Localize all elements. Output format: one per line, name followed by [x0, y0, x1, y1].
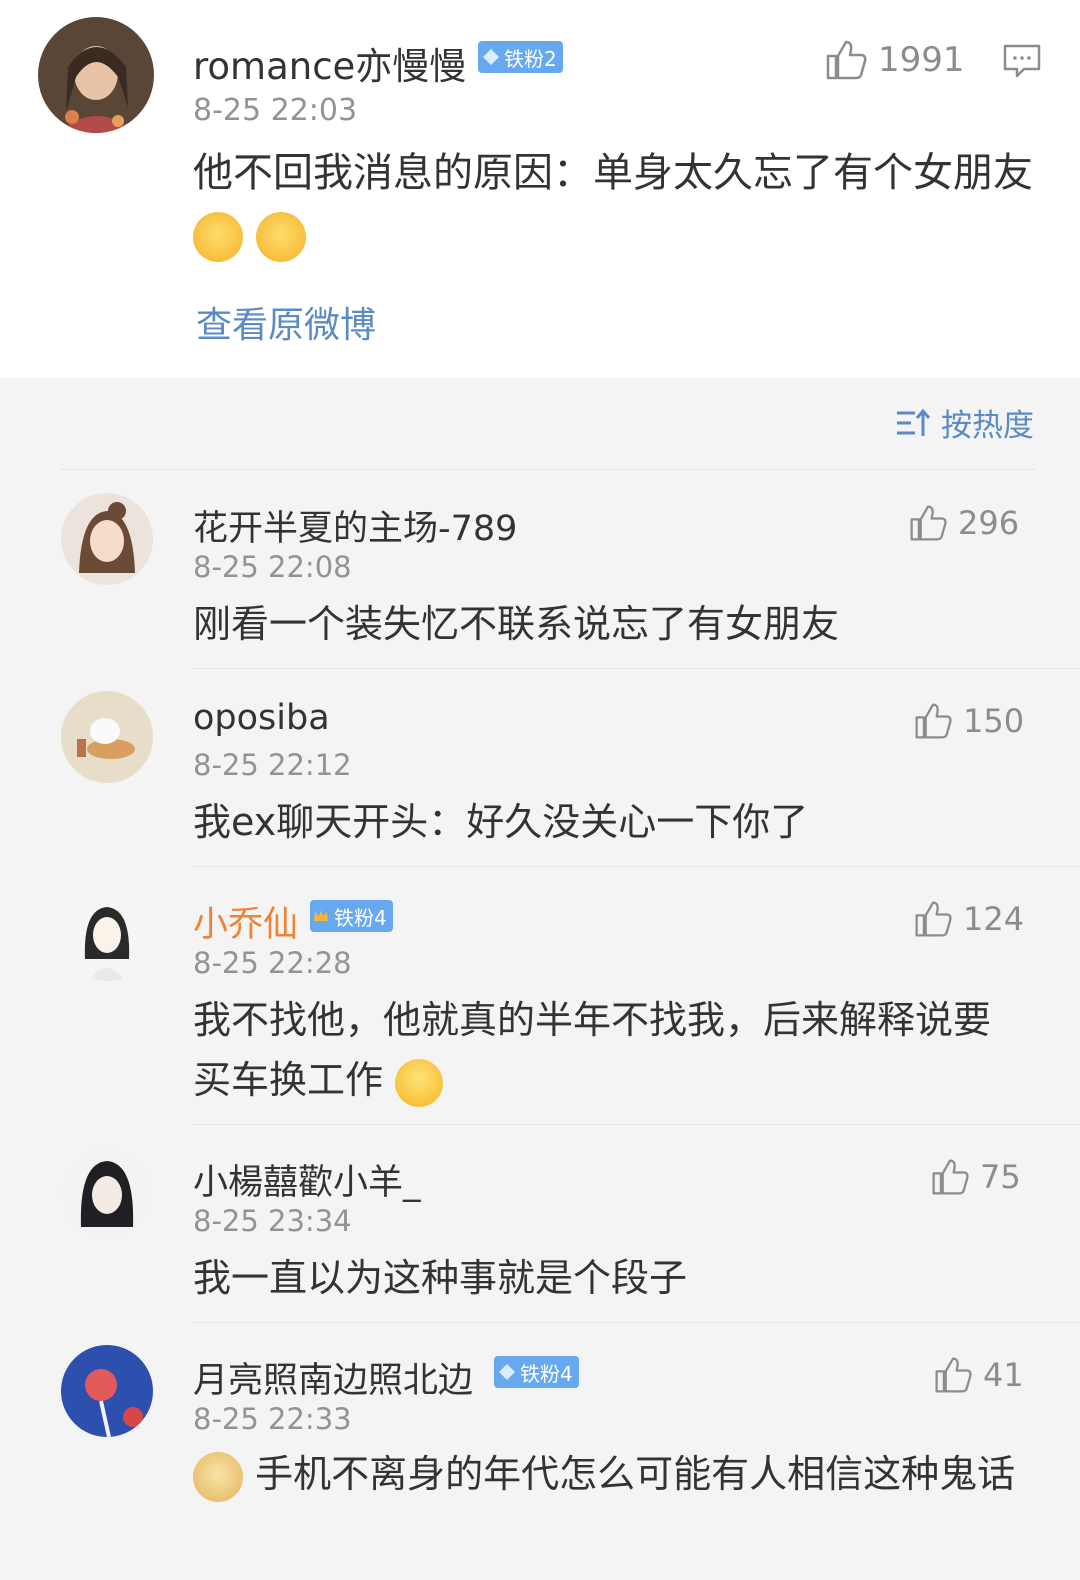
- fan-badge: 铁粉4: [310, 900, 393, 932]
- comment-username[interactable]: 小乔仙: [193, 896, 298, 947]
- fan-badge-label: 铁粉2: [504, 46, 557, 71]
- diamond-icon: [483, 49, 499, 65]
- like-button[interactable]: 41: [933, 1355, 1024, 1395]
- comment-time: 8-25 22:28: [193, 946, 352, 980]
- diamond-icon: [499, 1364, 515, 1380]
- comment-time: 8-25 23:34: [193, 1204, 352, 1238]
- like-button[interactable]: 150: [913, 701, 1024, 741]
- thumbs-up-icon: [826, 40, 867, 80]
- thumbs-up-icon: [915, 703, 952, 739]
- comment-text: 我ex聊天开头：好久没关心一下你了: [193, 800, 809, 844]
- comment-username[interactable]: 花开半夏的主场-789: [193, 500, 517, 551]
- post-text: 他不回我消息的原因：单身太久忘了有个女朋友: [193, 142, 1043, 266]
- sort-button[interactable]: 按热度: [895, 400, 1034, 445]
- like-count: 1991: [878, 40, 965, 80]
- divider: [60, 469, 1035, 470]
- post-time: 8-25 22:03: [193, 93, 358, 128]
- thumbs-up-icon: [935, 1357, 972, 1393]
- comment-username[interactable]: 月亮照南边照北边: [193, 1352, 473, 1403]
- fan-badge-label: 铁粉4: [520, 1361, 573, 1386]
- comment-username[interactable]: oposiba: [193, 698, 330, 738]
- like-count: 124: [963, 900, 1025, 938]
- avatar[interactable]: [61, 1147, 153, 1239]
- fan-badge: 铁粉4: [494, 1356, 579, 1388]
- post-username[interactable]: romance亦慢慢: [193, 36, 466, 90]
- like-count: 296: [958, 504, 1020, 542]
- comment-time: 8-25 22:12: [193, 748, 352, 782]
- comment-text-content: 我不找他，他就真的半年不找我，后来解释说要买车换工作: [193, 998, 992, 1102]
- hug-emoji-icon: [193, 212, 243, 262]
- doge-emoji-icon: [193, 1451, 243, 1502]
- like-button[interactable]: 124: [913, 899, 1024, 939]
- like-count: 150: [963, 702, 1025, 740]
- comment-username[interactable]: 小楊囍歡小羊_: [193, 1154, 421, 1205]
- comment-icon[interactable]: [1002, 43, 1042, 79]
- avatar[interactable]: [61, 691, 153, 783]
- smile-emoji-icon: [395, 1058, 444, 1107]
- sort-icon: [897, 408, 931, 436]
- fan-badge-label: 铁粉4: [334, 905, 387, 930]
- avatar[interactable]: [61, 493, 153, 585]
- crown-icon: [314, 910, 328, 921]
- avatar[interactable]: [61, 889, 153, 981]
- divider: [193, 668, 1080, 669]
- avatar[interactable]: [61, 1345, 153, 1437]
- like-count: 41: [983, 1356, 1024, 1394]
- avatar[interactable]: [38, 17, 154, 133]
- post-text-content: 他不回我消息的原因：单身太久忘了有个女朋友: [193, 150, 1033, 196]
- like-count: 75: [980, 1158, 1021, 1196]
- divider: [193, 1322, 1080, 1323]
- comment-text: 我一直以为这种事就是个段子: [193, 1256, 688, 1300]
- view-original-link[interactable]: 查看原微博: [196, 296, 376, 348]
- comment-text: 刚看一个装失忆不联系说忘了有女朋友: [193, 602, 840, 646]
- like-button[interactable]: 1991: [824, 38, 965, 82]
- comment-text-content: 手机不离身的年代怎么可能有人相信这种鬼话: [255, 1452, 1016, 1496]
- divider: [193, 866, 1080, 867]
- divider: [193, 1124, 1080, 1125]
- fan-badge: 铁粉2: [478, 41, 563, 73]
- hug-emoji-icon: [255, 212, 306, 262]
- original-post: romance亦慢慢 铁粉2 1991 8-25 22:03 他不回我消息的原因…: [0, 0, 1080, 378]
- comment-time: 8-25 22:08: [193, 550, 352, 584]
- comment-time: 8-25 22:33: [193, 1402, 352, 1436]
- thumbs-up-icon: [910, 505, 947, 541]
- comment-text: 我不找他，他就真的半年不找我，后来解释说要买车换工作: [193, 990, 1013, 1110]
- like-button[interactable]: 75: [930, 1157, 1021, 1197]
- like-button[interactable]: 296: [908, 503, 1019, 543]
- thumbs-up-icon: [915, 901, 952, 937]
- comment-text: 手机不离身的年代怎么可能有人相信这种鬼话: [193, 1443, 1023, 1505]
- thumbs-up-icon: [932, 1159, 969, 1195]
- sort-label: 按热度: [941, 408, 1034, 444]
